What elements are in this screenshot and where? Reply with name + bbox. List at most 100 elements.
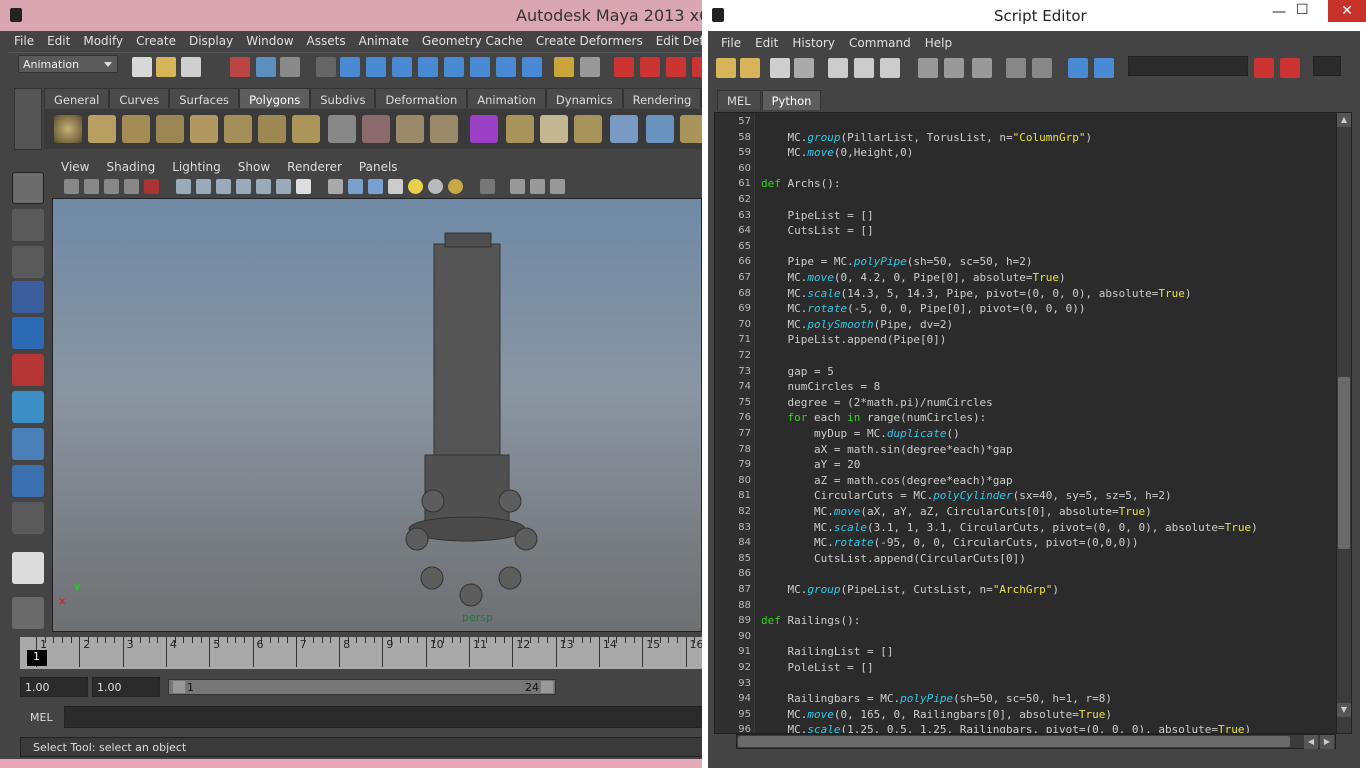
extrude-icon[interactable] [470, 115, 498, 143]
combine-icon[interactable] [362, 115, 390, 143]
poly-cylinder-icon[interactable] [122, 115, 150, 143]
rotate-tool-icon[interactable] [12, 317, 44, 349]
show-manip-icon[interactable] [12, 465, 44, 497]
hypershade-icon[interactable] [692, 57, 702, 77]
new-scene-icon[interactable] [132, 57, 152, 77]
menu-assets[interactable]: Assets [301, 31, 353, 51]
shelf-tab-polygons[interactable]: Polygons [239, 88, 311, 108]
time-slider[interactable]: 1 2 3 4 5 6 7 8 9 10 11 12 13 14 15 16 [20, 637, 702, 669]
shelf-tab-deformation[interactable]: Deformation [375, 88, 468, 108]
film-gate-icon[interactable] [196, 179, 211, 194]
poly-prism-icon[interactable] [258, 115, 286, 143]
smooth-icon[interactable] [430, 115, 458, 143]
snap-plane-icon[interactable] [418, 57, 438, 77]
script-input-area[interactable]: 57 58 MC.group(PillarList, TorusList, n="… [714, 112, 1337, 734]
outliner-layout-icon[interactable] [12, 597, 44, 629]
close-button[interactable]: ✕ [1328, 0, 1366, 22]
viewport-menu-renderer[interactable]: Renderer [278, 158, 350, 176]
lock-icon[interactable] [554, 57, 574, 77]
se-menu-command[interactable]: Command [842, 33, 918, 53]
ipr-render-icon[interactable] [640, 57, 660, 77]
viewport-menu-view[interactable]: View [52, 158, 97, 176]
menu-edit[interactable]: Edit [41, 31, 77, 51]
minimize-button[interactable]: — [1272, 4, 1286, 20]
render-settings-icon[interactable] [666, 57, 686, 77]
shelf-tab-general[interactable]: General [44, 88, 110, 108]
poly-sphere-icon[interactable] [54, 115, 82, 143]
horizontal-scroll-thumb[interactable] [738, 736, 1290, 747]
smooth-shade-icon[interactable] [348, 179, 363, 194]
playback-start-field[interactable]: 1.00 [92, 677, 160, 697]
hud-icon[interactable] [550, 179, 565, 194]
gate-mask-icon[interactable] [236, 179, 251, 194]
poly-pipe-icon[interactable] [292, 115, 320, 143]
menu-file[interactable]: File [8, 31, 41, 51]
history-icon[interactable] [470, 57, 490, 77]
execute-all-icon[interactable] [1068, 58, 1088, 78]
snap-curve-icon[interactable] [366, 57, 386, 77]
search-field[interactable] [1128, 56, 1248, 76]
menu-window[interactable]: Window [240, 31, 300, 51]
shelf-tab-subdivs[interactable]: Subdivs [310, 88, 376, 108]
insert-edge-loop-icon[interactable] [610, 115, 638, 143]
poly-cone-icon[interactable] [156, 115, 184, 143]
command-line-label[interactable]: MEL [30, 711, 53, 724]
clear-all-icon[interactable] [880, 58, 900, 78]
viewport-menu-show[interactable]: Show [229, 158, 278, 176]
show-input-icon[interactable] [972, 58, 992, 78]
viewport-menu-panels[interactable]: Panels [350, 158, 406, 176]
safe-action-icon[interactable] [276, 179, 291, 194]
load-script-icon[interactable] [716, 58, 736, 78]
render-view-icon[interactable] [614, 57, 634, 77]
uv-editor-icon[interactable] [646, 115, 674, 143]
menu-geometry-cache[interactable]: Geometry Cache [416, 31, 530, 51]
scale-tool-icon[interactable] [12, 354, 44, 386]
save-scene-icon[interactable] [181, 57, 201, 77]
tab-mel[interactable]: MEL [717, 90, 761, 110]
paint-select-icon[interactable] [12, 246, 44, 278]
textured-icon[interactable] [388, 179, 403, 194]
search-icon[interactable] [1254, 58, 1274, 78]
use-lights-icon[interactable] [408, 179, 423, 194]
goto-line-field[interactable] [1313, 56, 1341, 76]
echo-all-icon[interactable] [1006, 58, 1026, 78]
last-tool-icon[interactable] [12, 502, 44, 534]
separate-icon[interactable] [396, 115, 424, 143]
soft-mod-icon[interactable] [12, 428, 44, 460]
tab-python[interactable]: Python [761, 90, 822, 110]
camera-attributes-icon[interactable] [84, 179, 99, 194]
shelf-tab-curves[interactable]: Curves [109, 88, 170, 108]
start-time-field[interactable]: 1.00 [20, 677, 88, 697]
poly-torus-icon[interactable] [224, 115, 252, 143]
perspective-viewport[interactable] [52, 198, 702, 632]
shelf-tab-animation[interactable]: Animation [467, 88, 546, 108]
line-numbers-icon[interactable] [1032, 58, 1052, 78]
poly-plane-icon[interactable] [190, 115, 218, 143]
menu-modify[interactable]: Modify [77, 31, 130, 51]
move-tool-icon[interactable] [12, 281, 44, 313]
poly-helix-icon[interactable] [328, 115, 356, 143]
menu-display[interactable]: Display [183, 31, 240, 51]
se-menu-edit[interactable]: Edit [748, 33, 785, 53]
viewport-menu-lighting[interactable]: Lighting [163, 158, 229, 176]
help-icon[interactable] [522, 57, 542, 77]
select-component-icon[interactable] [280, 57, 300, 77]
current-frame-marker[interactable]: 1 [27, 650, 47, 666]
menu-create-deformers[interactable]: Create Deformers [530, 31, 650, 51]
execute-icon[interactable] [1094, 58, 1114, 78]
shadows-icon[interactable] [428, 179, 443, 194]
source-script-icon[interactable] [740, 58, 760, 78]
bookmarks-icon[interactable] [104, 179, 119, 194]
scroll-down-arrow-icon[interactable]: ▼ [1337, 703, 1351, 717]
menu-animate[interactable]: Animate [353, 31, 416, 51]
se-menu-help[interactable]: Help [918, 33, 959, 53]
universal-manip-icon[interactable] [12, 391, 44, 423]
save-script-icon[interactable] [770, 58, 790, 78]
xray-icon[interactable] [144, 179, 159, 194]
shelf-tab-surfaces[interactable]: Surfaces [169, 88, 240, 108]
scroll-right-arrow-icon[interactable]: ▶ [1320, 735, 1334, 749]
scroll-up-arrow-icon[interactable]: ▲ [1337, 113, 1351, 127]
select-tool-icon[interactable] [12, 172, 44, 204]
resolution-gate-icon[interactable] [216, 179, 231, 194]
command-line-input[interactable] [64, 706, 702, 728]
